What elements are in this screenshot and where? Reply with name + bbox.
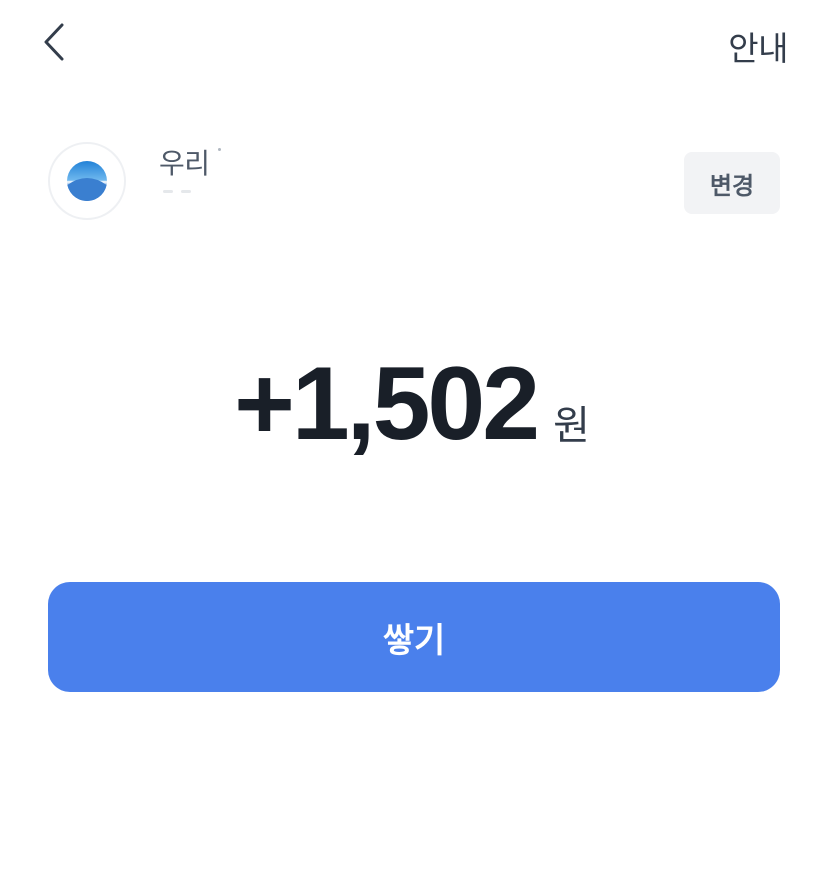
top-bar: 안내 [0, 0, 824, 90]
woori-bank-logo-icon [67, 161, 107, 201]
amount-value: +1,502 [234, 346, 540, 462]
bank-name-label: 우리 [159, 147, 210, 180]
masked-segment [181, 190, 191, 193]
amount-display: +1,502 원 [0, 345, 824, 465]
bank-logo [48, 142, 126, 220]
account-row: 우리 변경 [48, 142, 780, 224]
bank-name-dot [217, 148, 221, 151]
info-link[interactable]: 안내 [728, 22, 788, 70]
save-button[interactable]: 쌓기 [48, 582, 780, 692]
change-account-button[interactable]: 변경 [684, 152, 780, 214]
chevron-left-icon [44, 23, 64, 61]
account-number-masked [163, 190, 191, 193]
bank-name: 우리 [159, 142, 221, 182]
back-button[interactable] [32, 18, 76, 66]
masked-segment [163, 190, 173, 193]
amount-unit: 원 [553, 403, 590, 449]
